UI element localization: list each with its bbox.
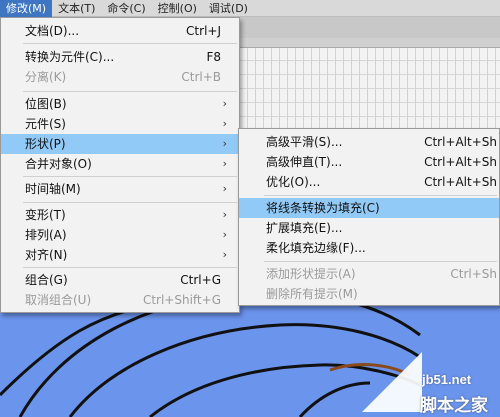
menu-item-label: 取消组合(U) (25, 293, 92, 307)
modify-menu: 文档(D)... Ctrl+J 转换为元件(C)... F8 分离(K) Ctr… (0, 17, 240, 313)
menu-item-add-shape-hint[interactable]: 添加形状提示(A) Ctrl+Sh (239, 264, 499, 284)
menu-separator (23, 43, 237, 44)
menu-item-label: 柔化填充边缘(F)... (266, 241, 366, 255)
menu-item-transform[interactable]: 变形(T) › (1, 205, 239, 225)
menu-item-label: 转换为元件(C)... (25, 50, 115, 64)
menu-item-label: 高级平滑(S)... (266, 135, 343, 149)
menu-item-shortcut: Ctrl+Alt+Sh (424, 175, 497, 189)
menu-item-convert-to-symbol[interactable]: 转换为元件(C)... F8 (1, 47, 239, 67)
chevron-right-icon: › (222, 157, 227, 170)
menu-item-break-apart[interactable]: 分离(K) Ctrl+B (1, 67, 239, 87)
menubar-debug[interactable]: 调试(D) (203, 0, 254, 17)
menu-item-shortcut: Ctrl+B (181, 70, 221, 84)
menu-item-shape[interactable]: 形状(P) › (1, 134, 239, 154)
menu-item-label: 位图(B) (25, 97, 67, 111)
menu-item-label: 元件(S) (25, 117, 66, 131)
menu-separator (264, 195, 497, 196)
menu-item-bitmap[interactable]: 位图(B) › (1, 94, 239, 114)
menu-item-advanced-smooth[interactable]: 高级平滑(S)... Ctrl+Alt+Sh (239, 132, 499, 152)
menu-item-convert-lines-to-fills[interactable]: 将线条转换为填充(C) (239, 198, 499, 218)
menu-item-label: 组合(G) (25, 273, 68, 287)
menu-item-label: 合并对象(O) (25, 157, 92, 171)
menu-separator (23, 176, 237, 177)
menu-item-label: 添加形状提示(A) (266, 267, 356, 281)
watermark-name: 脚本之家 (420, 396, 488, 416)
menu-item-optimize[interactable]: 优化(O)... Ctrl+Alt+Sh (239, 172, 499, 192)
menubar-text[interactable]: 文本(T) (52, 0, 101, 17)
menu-item-shortcut: F8 (206, 50, 221, 64)
menu-item-soften-fill-edges[interactable]: 柔化填充边缘(F)... (239, 238, 499, 258)
menubar-control[interactable]: 控制(O) (152, 0, 203, 17)
chevron-right-icon: › (222, 208, 227, 221)
menu-item-arrange[interactable]: 排列(A) › (1, 225, 239, 245)
menu-item-shortcut: Ctrl+Shift+G (142, 293, 221, 307)
watermark-corner (362, 352, 422, 412)
chevron-right-icon: › (222, 137, 227, 150)
menubar-commands[interactable]: 命令(C) (101, 0, 151, 17)
menu-separator (23, 202, 237, 203)
menu-item-label: 文档(D)... (25, 24, 80, 38)
menu-item-label: 形状(P) (25, 137, 66, 151)
menu-item-label: 变形(T) (25, 208, 66, 222)
menu-item-label: 排列(A) (25, 228, 67, 242)
menu-item-align[interactable]: 对齐(N) › (1, 245, 239, 265)
chevron-right-icon: › (222, 228, 227, 241)
menu-item-label: 将线条转换为填充(C) (266, 201, 380, 215)
menu-item-shortcut: Ctrl+Sh (450, 267, 497, 281)
watermark-url: jb51.net (422, 372, 472, 387)
menu-item-label: 优化(O)... (266, 175, 321, 189)
menu-item-shortcut: Ctrl+G (180, 273, 221, 287)
menubar: 修改(M) 文本(T) 命令(C) 控制(O) 调试(D) (0, 0, 500, 17)
menu-item-symbol[interactable]: 元件(S) › (1, 114, 239, 134)
timeline-ruler (240, 38, 500, 48)
menu-separator (23, 267, 237, 268)
menu-item-label: 时间轴(M) (25, 182, 81, 196)
chevron-right-icon: › (222, 248, 227, 261)
chevron-right-icon: › (222, 97, 227, 110)
chevron-right-icon: › (222, 117, 227, 130)
menu-item-shortcut: Ctrl+J (186, 24, 221, 38)
menu-item-remove-all-hints[interactable]: 删除所有提示(M) (239, 284, 499, 304)
menu-item-advanced-straighten[interactable]: 高级伸直(T)... Ctrl+Alt+Sh (239, 152, 499, 172)
menubar-modify[interactable]: 修改(M) (0, 0, 53, 17)
menu-item-label: 高级伸直(T)... (266, 155, 343, 169)
menu-item-document[interactable]: 文档(D)... Ctrl+J (1, 21, 239, 41)
chevron-right-icon: › (222, 182, 227, 195)
timeline-frames[interactable] (240, 48, 500, 130)
menu-item-ungroup[interactable]: 取消组合(U) Ctrl+Shift+G (1, 290, 239, 310)
menu-item-label: 扩展填充(E)... (266, 221, 343, 235)
menu-item-shortcut: Ctrl+Alt+Sh (424, 155, 497, 169)
menu-item-group[interactable]: 组合(G) Ctrl+G (1, 270, 239, 290)
menu-separator (264, 261, 497, 262)
menu-item-timeline[interactable]: 时间轴(M) › (1, 179, 239, 199)
menu-item-shortcut: Ctrl+Alt+Sh (424, 135, 497, 149)
menu-separator (23, 91, 237, 92)
menu-item-label: 对齐(N) (25, 248, 68, 262)
menu-item-label: 删除所有提示(M) (266, 287, 358, 301)
shape-submenu: 高级平滑(S)... Ctrl+Alt+Sh 高级伸直(T)... Ctrl+A… (238, 128, 500, 306)
menu-item-combine-objects[interactable]: 合并对象(O) › (1, 154, 239, 174)
menu-item-label: 分离(K) (25, 70, 67, 84)
menu-item-expand-fill[interactable]: 扩展填充(E)... (239, 218, 499, 238)
